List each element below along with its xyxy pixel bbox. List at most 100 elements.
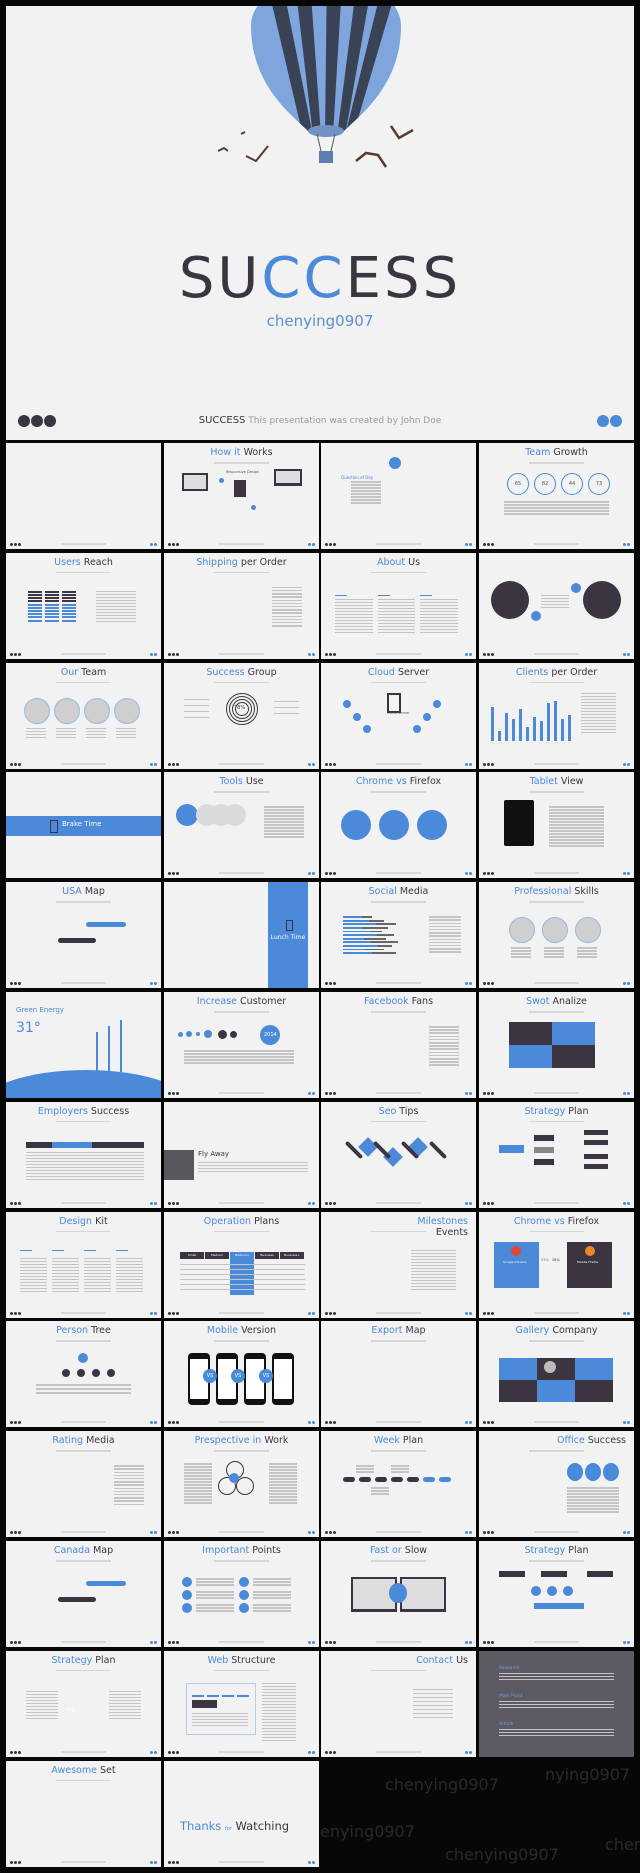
text-line bbox=[269, 1490, 297, 1492]
text-line bbox=[272, 605, 302, 608]
slide-thumbnail[interactable]: Prespective in Work bbox=[164, 1431, 319, 1538]
slide-thumbnail[interactable]: Team Growth 65 82 44 73 bbox=[479, 443, 634, 549]
bar bbox=[376, 923, 396, 926]
text-line bbox=[272, 593, 302, 595]
dot bbox=[10, 543, 13, 546]
slide-thumbnail[interactable]: Strategy Plan bbox=[479, 1541, 634, 1647]
growth-ring: 65 bbox=[507, 473, 529, 495]
slide-thumbnail[interactable]: Design Kit bbox=[6, 1211, 161, 1318]
text-line bbox=[581, 710, 616, 713]
nav-dots-icon[interactable] bbox=[597, 415, 622, 427]
slide-thumbnail[interactable]: Strategy Plan bbox=[479, 1101, 634, 1208]
text-line bbox=[413, 1700, 453, 1703]
slide-thumbnail[interactable]: Export Map bbox=[321, 1321, 476, 1428]
slide-thumbnail[interactable]: Success Group 78% bbox=[164, 662, 319, 769]
slide-thumbnail[interactable]: Contact Us bbox=[321, 1650, 476, 1757]
text-line bbox=[351, 481, 381, 483]
slide-thumbnail[interactable]: Shipping per Order bbox=[164, 552, 319, 659]
slide-thumbnail[interactable]: Green Energy 31° bbox=[6, 992, 161, 1098]
dot bbox=[491, 1641, 494, 1644]
slide-subtitle bbox=[214, 462, 269, 464]
slide-thumbnail[interactable]: Fly Away bbox=[164, 1101, 319, 1208]
slide-thumbnail[interactable]: Week Plan bbox=[321, 1431, 476, 1538]
slide-thumbnail[interactable]: Thanks for Watching bbox=[164, 1760, 319, 1867]
slide-thumbnail[interactable]: Office Success bbox=[479, 1431, 634, 1538]
step bbox=[563, 1586, 573, 1596]
slide-thumbnail[interactable]: Swot Analize bbox=[479, 992, 634, 1098]
dot bbox=[329, 652, 332, 656]
map-label bbox=[58, 1597, 96, 1602]
wind-turbine bbox=[96, 1032, 98, 1072]
slide-title-main: Works bbox=[243, 447, 273, 458]
dot bbox=[487, 1641, 490, 1644]
dot bbox=[14, 1311, 17, 1315]
slide-thumbnail[interactable]: Lunch Time bbox=[164, 882, 319, 989]
slide-thumbnail[interactable]: Person Tree bbox=[6, 1321, 161, 1428]
feature-circle bbox=[379, 810, 409, 841]
stack-bar bbox=[28, 606, 42, 609]
firefox-icon bbox=[585, 1245, 595, 1256]
slide-thumbnail[interactable]: Brake Time bbox=[6, 772, 161, 879]
text-line bbox=[504, 501, 609, 503]
profile-circle bbox=[24, 697, 50, 724]
footer-text bbox=[61, 543, 106, 545]
slide-thumbnail[interactable] bbox=[479, 552, 634, 659]
dot bbox=[483, 1092, 486, 1095]
slide-thumbnail[interactable]: Research Main Point Article bbox=[479, 1650, 634, 1757]
slide-title-accent: Export bbox=[371, 1325, 403, 1337]
slide-thumbnail[interactable]: Operation Plans Small Medium Medium+ Busines… bbox=[164, 1211, 319, 1318]
cover-slide[interactable]: SUCCESS chenying0907 SUCCESS This presen… bbox=[6, 6, 634, 440]
slide-thumbnail[interactable]: Strategy Plan 56% bbox=[6, 1650, 161, 1757]
slide-thumbnail[interactable]: Mobile Version VS VS VS bbox=[164, 1321, 319, 1428]
footer-text bbox=[61, 1421, 106, 1424]
growth-ring: 73 bbox=[588, 473, 610, 495]
slide-thumbnail[interactable]: Employers Success bbox=[6, 1101, 161, 1208]
slide-thumbnail[interactable]: Tools Use bbox=[164, 772, 319, 879]
slide-title-main: Kit bbox=[95, 1215, 108, 1227]
slide-thumbnail[interactable]: Tablet View bbox=[479, 772, 634, 879]
slide-thumbnail[interactable]: Chrome vs Firefox Google Chrome Mozilla Fi… bbox=[479, 1211, 634, 1318]
slide-thumbnail[interactable]: Increase Customer 2014 bbox=[164, 992, 319, 1098]
slide-thumbnail[interactable]: Rating Media bbox=[6, 1431, 161, 1538]
slide-thumbnail[interactable]: Fast or Slow bbox=[321, 1541, 476, 1647]
slide-thumbnail[interactable]: Chrome vs Firefox bbox=[321, 772, 476, 879]
dot bbox=[10, 1421, 13, 1425]
tablet-icon bbox=[234, 480, 246, 497]
slide-thumbnail[interactable]: Milestones Events bbox=[321, 1211, 476, 1318]
dot bbox=[491, 543, 494, 546]
slide-thumbnail[interactable]: Question of Day bbox=[321, 443, 476, 549]
slide-thumbnail[interactable]: Professional Skills bbox=[479, 882, 634, 989]
text-line bbox=[420, 598, 458, 601]
text-line bbox=[541, 597, 569, 600]
slide-thumbnail[interactable]: Canada Map bbox=[6, 1541, 161, 1647]
text-line bbox=[184, 1053, 294, 1055]
slide-thumbnail[interactable]: Our Team bbox=[6, 662, 161, 769]
slide-thumbnail[interactable]: Gallery Company bbox=[479, 1321, 634, 1428]
slide-thumbnail[interactable]: Users Reach bbox=[6, 552, 161, 659]
text-line bbox=[429, 1058, 459, 1060]
slide-thumbnail[interactable]: Web Structure bbox=[164, 1650, 319, 1757]
footer-text bbox=[376, 1641, 421, 1643]
slide-thumbnail[interactable]: How it Works Responsive Design bbox=[164, 443, 319, 549]
slide-thumbnail[interactable]: About Us bbox=[321, 552, 476, 659]
text-line bbox=[411, 1285, 456, 1288]
slide-thumbnail[interactable]: Facebook Fans bbox=[321, 992, 476, 1098]
text-line bbox=[20, 1260, 47, 1263]
slide-thumbnail[interactable]: USA Map bbox=[6, 882, 161, 989]
node bbox=[413, 724, 421, 733]
footer-text bbox=[534, 1641, 579, 1643]
slide-thumbnail[interactable]: Social Media bbox=[321, 882, 476, 989]
slide-thumbnail[interactable]: Clients per Order bbox=[479, 662, 634, 769]
slide-subtitle bbox=[371, 901, 426, 903]
menu-dots-icon bbox=[325, 652, 336, 656]
footer-text bbox=[534, 1201, 579, 1204]
bar bbox=[343, 934, 378, 936]
dot bbox=[483, 1311, 486, 1315]
slide-thumbnail[interactable]: Awesome Set bbox=[6, 1760, 161, 1867]
menu-dots-icon bbox=[168, 1201, 179, 1205]
text-line bbox=[84, 1260, 111, 1263]
slide-thumbnail[interactable] bbox=[6, 443, 161, 549]
slide-thumbnail[interactable]: Cloud Server Cloud Server bbox=[321, 662, 476, 769]
slide-thumbnail[interactable]: Seo Tips bbox=[321, 1101, 476, 1208]
slide-thumbnail[interactable]: Important Points bbox=[164, 1541, 319, 1647]
